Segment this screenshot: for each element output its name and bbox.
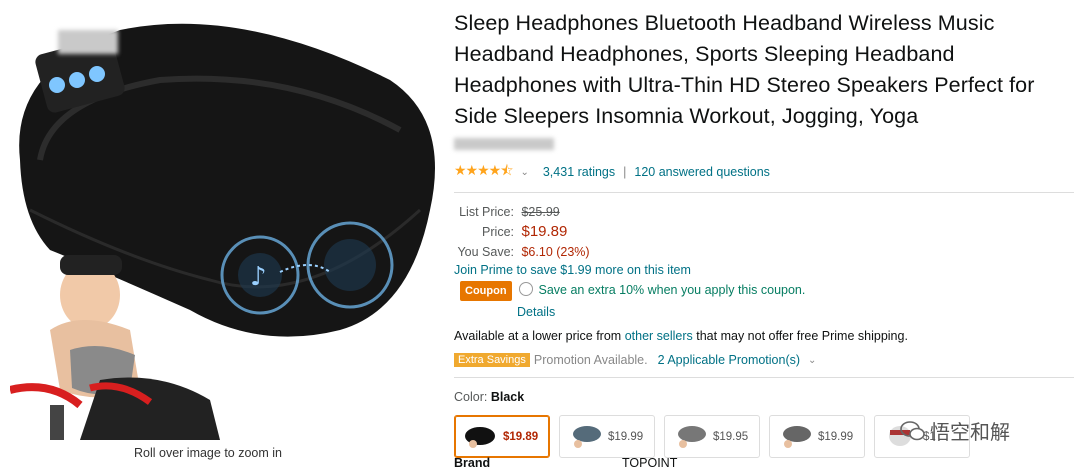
swatch-option[interactable]: $19.99 <box>769 415 865 458</box>
coupon-badge: Coupon <box>460 281 512 301</box>
you-save-value: $6.10 (23%) <box>521 245 590 259</box>
answered-questions-link[interactable]: 120 answered questions <box>634 165 770 179</box>
product-image-area: ♪ Roll over image to zoom in <box>0 0 440 474</box>
headband-thumbnail-icon <box>573 425 601 448</box>
coupon-row: Coupon Save an extra 10% when you apply … <box>454 281 1074 301</box>
you-save-row: You Save: $6.10 (23%) <box>454 243 1074 261</box>
availability-suffix: that may not offer free Prime shipping. <box>692 329 908 343</box>
rating-row: ★★★★⯪ ⌄ 3,431 ratings | 120 answered que… <box>454 162 1074 180</box>
swatch-price: $19.95 <box>713 430 749 443</box>
divider <box>454 377 1074 378</box>
swatch-option[interactable]: $19.99 <box>559 415 655 458</box>
swatch-price: $19.89 <box>503 430 539 443</box>
divider <box>454 192 1074 193</box>
swatch-black[interactable]: $19.89 <box>454 415 550 458</box>
product-title: Sleep Headphones Bluetooth Headband Wire… <box>454 11 1035 128</box>
brand-row: Brand TOPOINT <box>454 456 677 470</box>
watermark-text: 悟空和解 <box>930 422 1010 444</box>
list-price-value: $25.99 <box>521 205 560 219</box>
headband-thumbnail-icon <box>783 425 811 448</box>
prime-offer[interactable]: Join Prime to save $1.99 more on this it… <box>454 261 1074 279</box>
price-label: Price: <box>482 225 514 239</box>
zoom-hint: Roll over image to zoom in <box>134 446 282 460</box>
chevron-down-icon[interactable]: ⌄ <box>520 167 528 178</box>
extra-savings-badge: Extra Savings <box>454 353 530 367</box>
availability-line: Available at a lower price from other se… <box>454 329 1074 343</box>
product-info: Sleep Headphones Bluetooth Headband Wire… <box>454 8 1074 458</box>
other-sellers-link[interactable]: other sellers <box>625 329 693 343</box>
brand-label: Brand <box>454 456 491 470</box>
color-selected: Black <box>490 390 525 404</box>
chevron-down-icon[interactable]: ⌄ <box>808 355 816 366</box>
color-row: Color: Black <box>454 390 1074 404</box>
coupon-checkbox[interactable] <box>519 282 534 296</box>
watermark: 悟空和解 <box>900 416 1010 445</box>
ratings-count-link[interactable]: 3,431 ratings <box>543 165 615 179</box>
separator: | <box>623 165 627 179</box>
brand-value: TOPOINT <box>622 456 678 470</box>
list-price-label: List Price: <box>459 205 514 219</box>
color-label: Color: <box>454 390 488 404</box>
price-block: List Price: $25.99 Price: $19.89 You Sav… <box>454 203 1074 321</box>
promotion-row: Extra Savings Promotion Available. 2 App… <box>454 353 1074 367</box>
coupon-text: Save an extra 10% when you apply this co… <box>538 283 806 297</box>
price-row: Price: $19.89 <box>454 221 1074 243</box>
you-save-label: You Save: <box>457 245 514 259</box>
price-value: $19.89 <box>521 223 568 240</box>
wechat-icon <box>900 420 925 440</box>
swatch-option[interactable]: $19.95 <box>664 415 760 458</box>
availability-prefix: Available at a lower price from <box>454 329 625 343</box>
swatch-price: $19.99 <box>608 430 644 443</box>
blurred-brand-link <box>454 138 554 150</box>
headband-thumbnail-icon <box>465 426 495 448</box>
svg-text:♪: ♪ <box>250 262 267 292</box>
list-price-row: List Price: $25.99 <box>454 203 1074 221</box>
swatch-price: $19.99 <box>818 430 854 443</box>
coupon-details-link[interactable]: Details <box>517 303 1074 321</box>
headband-thumbnail-icon <box>678 425 706 448</box>
blurred-logo <box>58 30 118 54</box>
promotion-available: Promotion Available. <box>533 353 648 367</box>
product-image[interactable]: ♪ <box>10 10 440 440</box>
applicable-promotions-link[interactable]: 2 Applicable Promotion(s) <box>658 353 800 367</box>
star-rating-icon[interactable]: ★★★★⯪ <box>454 160 513 184</box>
